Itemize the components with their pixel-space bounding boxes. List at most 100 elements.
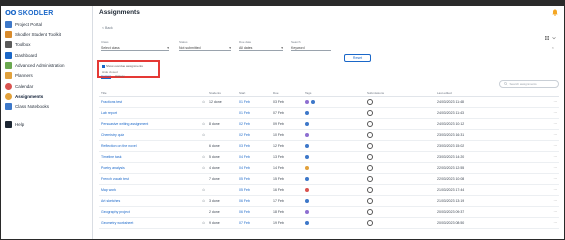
sidebar-item-project-portal[interactable]: Project Portal — [5, 20, 42, 28]
search-input[interactable]: Search assignments — [499, 80, 559, 88]
sidebar-item-advanced-administration[interactable]: Advanced Administration — [5, 61, 65, 69]
column-header[interactable]: Submissions — [367, 91, 437, 95]
toolbox-icon — [5, 40, 12, 48]
brand-logo[interactable]: OO SKODLER — [5, 8, 54, 18]
sidebar-item-calendar[interactable]: Calendar — [5, 82, 33, 90]
smiley-icon[interactable] — [367, 109, 373, 116]
table-row[interactable]: Geometry worksheet ⊙ 9 done 07 Feb 19 Feb 20/… — [99, 218, 559, 229]
tag-dot — [305, 177, 309, 181]
smiley-icon[interactable] — [367, 120, 373, 127]
sidebar-item-help[interactable]: Help — [5, 120, 24, 128]
students-cell: 4 done — [209, 166, 220, 170]
column-header[interactable]: Students — [209, 91, 239, 95]
column-header[interactable]: Tags — [305, 91, 367, 95]
assignment-title-link[interactable]: Persuasive writing assignment — [101, 122, 148, 126]
edited-date: 20/03/2023 08:50 — [437, 221, 465, 225]
table-row[interactable]: Persuasive writing assignment ⊙ 8 done 02 F… — [99, 119, 559, 130]
smiley-icon[interactable] — [367, 197, 373, 204]
table-row[interactable]: French vocab test 7 done 05 Feb 15 Feb 22/03… — [99, 174, 559, 185]
table-row[interactable]: Chemistry quiz ⊙ 02 Feb 10 Feb 23/03/2023 16… — [99, 130, 559, 141]
sidebar-item-skodler-student-toolkit[interactable]: Skodler Student Toolkit — [5, 30, 61, 38]
smiley-icon[interactable] — [367, 153, 373, 160]
column-header[interactable]: Last edited — [437, 91, 559, 95]
more-options-icon[interactable]: ⋯ — [554, 100, 558, 104]
smiley-icon[interactable] — [367, 219, 373, 226]
tab-current[interactable]: Current — [101, 74, 112, 79]
smiley-icon[interactable] — [367, 186, 373, 193]
column-header[interactable]: Due — [273, 91, 305, 95]
sidebar-item-toolbox[interactable]: Toolbox — [5, 40, 31, 48]
filter-value: All dates — [239, 45, 253, 50]
more-options-icon[interactable]: ⋯ — [554, 188, 558, 192]
filter-due-date[interactable]: Due date All dates ▾ — [239, 40, 283, 51]
breadcrumb[interactable]: < Back — [102, 26, 113, 30]
tag-dot — [311, 100, 315, 104]
table-row[interactable]: Lab report 01 Feb 07 Feb 24/03/2023 11:43 ⋯ — [99, 108, 559, 119]
more-options-icon[interactable]: ⋯ — [554, 155, 558, 159]
planner-icon — [5, 71, 12, 79]
assignment-title-link[interactable]: Timeline task — [101, 155, 122, 159]
assignments-table: Title Students Start Due Tags Submission… — [99, 90, 559, 229]
assignment-title-link[interactable]: Poetry analysis — [101, 166, 125, 170]
overdue-toggle[interactable]: Show overdue assignments — [102, 64, 143, 68]
tab-history[interactable]: History — [115, 74, 124, 79]
more-options-icon[interactable]: ⋯ — [554, 221, 558, 225]
table-row[interactable]: Poetry analysis ⊙ 4 done 04 Feb 14 Feb 22/03/… — [99, 163, 559, 174]
attachment-icon: ⊙ — [202, 100, 205, 104]
due-cell: 16 Feb — [273, 188, 284, 192]
smiley-icon[interactable] — [367, 175, 373, 182]
assignment-title-link[interactable]: Map work — [101, 188, 116, 192]
attachment-icon: ⊙ — [202, 155, 205, 159]
checkbox[interactable] — [102, 64, 105, 68]
table-row[interactable]: Map work ⊙ 05 Feb 16 Feb 21/03/2023 17:44 ⋯ — [99, 185, 559, 196]
column-header[interactable]: Title — [99, 91, 209, 95]
smiley-icon[interactable] — [367, 164, 373, 171]
filter-search[interactable]: Search Keyword — [291, 40, 331, 51]
edited-cell: 24/03/2023 11:43 ⋯ — [437, 111, 559, 115]
assignment-title-link[interactable]: Reflection on the novel — [101, 144, 137, 148]
sidebar-item-dashboard[interactable]: Dashboard — [5, 51, 37, 59]
sidebar-item-assignments[interactable]: Assignments — [5, 92, 43, 100]
smiley-icon[interactable] — [367, 142, 373, 149]
filter-class[interactable]: Class Select class ▾ — [101, 40, 169, 51]
assignment-title-link[interactable]: Geometry worksheet — [101, 221, 133, 225]
edited-date: 22/03/2023 10:08 — [437, 177, 465, 181]
admin-icon — [5, 61, 12, 69]
chevron-down-icon[interactable] — [552, 36, 556, 40]
sidebar-item-planners[interactable]: Planners — [5, 71, 33, 79]
assignment-title-link[interactable]: Art sketches — [101, 199, 120, 203]
smiley-icon[interactable] — [367, 131, 373, 138]
sidebar-item-label: Planners — [15, 72, 33, 78]
more-options-icon[interactable]: ⋯ — [554, 144, 558, 148]
assignment-title-link[interactable]: French vocab test — [101, 177, 129, 181]
table-row[interactable]: Geography project 2 done 06 Feb 18 Feb 20/03… — [99, 207, 559, 218]
smiley-icon[interactable] — [367, 98, 373, 105]
reset-button[interactable]: Reset — [344, 54, 371, 62]
table-row[interactable]: Art sketches ⊙ 3 done 06 Feb 17 Feb 21/03/202… — [99, 196, 559, 207]
notification-bell-icon[interactable] — [552, 9, 558, 16]
close-filters-icon[interactable]: × — [552, 45, 554, 50]
assignment-title-link[interactable]: Fractions test — [101, 100, 122, 104]
grid-view-icon[interactable] — [545, 36, 549, 40]
assignment-title-link[interactable]: Lab report — [101, 111, 117, 115]
more-options-icon[interactable]: ⋯ — [554, 199, 558, 203]
filter-value: Keyword — [291, 45, 305, 50]
table-row[interactable]: Reflection on the novel 6 done 03 Feb 12 Fe… — [99, 141, 559, 152]
sidebar-item-class-notebooks[interactable]: Class Notebooks — [5, 102, 49, 110]
more-options-icon[interactable]: ⋯ — [554, 166, 558, 170]
filter-status[interactable]: Status Not submitted ▾ — [179, 40, 231, 51]
more-options-icon[interactable]: ⋯ — [554, 133, 558, 137]
more-options-icon[interactable]: ⋯ — [554, 122, 558, 126]
title-cell: Persuasive writing assignment ⊙ — [99, 122, 209, 126]
column-header[interactable]: Start — [239, 91, 273, 95]
more-options-icon[interactable]: ⋯ — [554, 210, 558, 214]
assignment-title-link[interactable]: Chemistry quiz — [101, 133, 124, 137]
assignment-title-link[interactable]: Geography project — [101, 210, 130, 214]
more-options-icon[interactable]: ⋯ — [554, 111, 558, 115]
table-row[interactable]: Timeline task ⊙ 5 done 04 Feb 13 Feb 23/03/20… — [99, 152, 559, 163]
more-options-icon[interactable]: ⋯ — [554, 177, 558, 181]
smiley-icon[interactable] — [367, 208, 373, 215]
sidebar-item-label: Help — [15, 121, 25, 127]
sidebar-item-label: Toolbox — [15, 41, 31, 47]
table-row[interactable]: Fractions test ⊙ 12 done 01 Feb 03 Feb 24/03/… — [99, 97, 559, 108]
